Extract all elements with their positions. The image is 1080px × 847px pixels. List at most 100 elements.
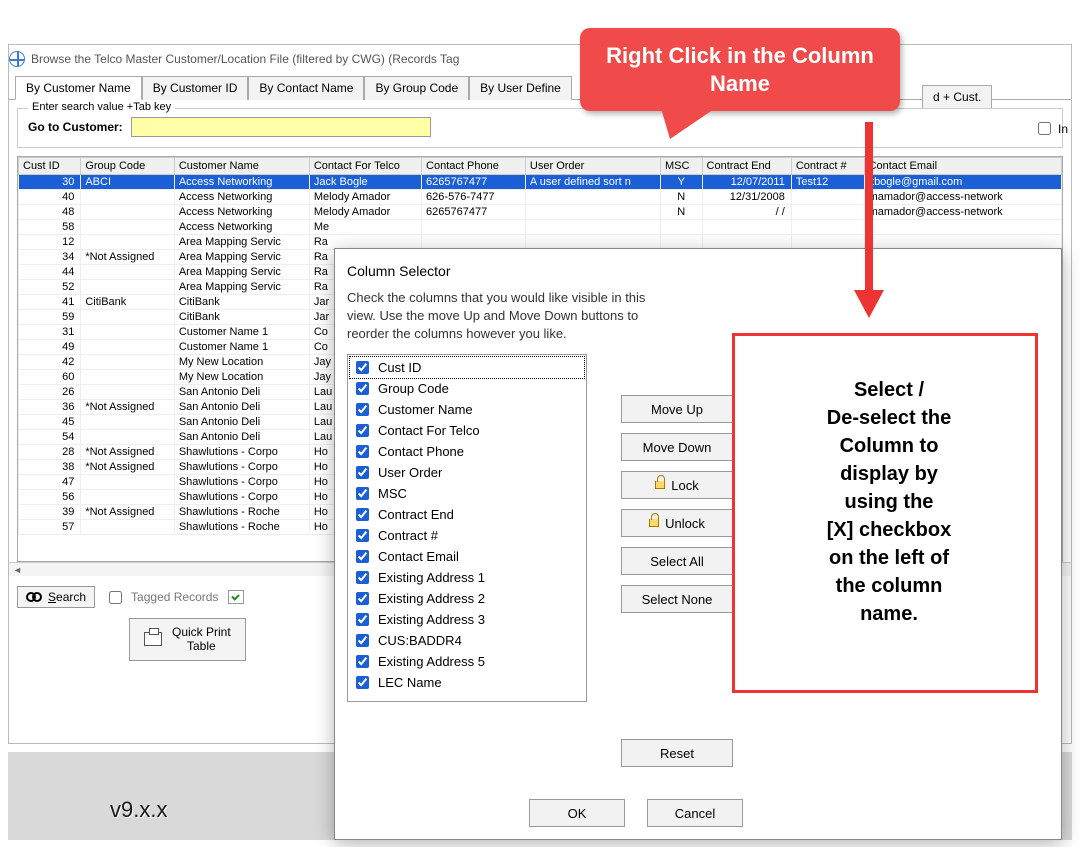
search-input[interactable] bbox=[131, 117, 431, 137]
callout-bubble: Right Click in the Column Name bbox=[580, 28, 900, 111]
column-checkbox[interactable] bbox=[356, 592, 369, 605]
move-down-button[interactable]: Move Down bbox=[621, 433, 733, 461]
column-item-label: LEC Name bbox=[378, 675, 442, 690]
search-button[interactable]: SSearchearch bbox=[17, 586, 95, 608]
column-item-label: Group Code bbox=[378, 381, 449, 396]
tagged-records-checkbox[interactable] bbox=[109, 591, 122, 604]
col-header[interactable]: Contact Phone bbox=[422, 158, 526, 175]
column-checkbox[interactable] bbox=[356, 424, 369, 437]
column-list-item[interactable]: Contact For Telco bbox=[350, 420, 584, 441]
column-list-item[interactable]: Contract End bbox=[350, 504, 584, 525]
dialog-instructions: Check the columns that you would like vi… bbox=[347, 289, 667, 344]
column-list-item[interactable]: Existing Address 5 bbox=[350, 651, 584, 672]
column-checkbox[interactable] bbox=[356, 466, 369, 479]
tab-3[interactable]: By Group Code bbox=[364, 76, 469, 100]
column-checkbox[interactable] bbox=[356, 445, 369, 458]
column-list-item[interactable]: Customer Name bbox=[350, 399, 584, 420]
column-list-item[interactable]: Contract # bbox=[350, 525, 584, 546]
column-list-item[interactable]: Existing Address 3 bbox=[350, 609, 584, 630]
check-icon[interactable] bbox=[228, 590, 244, 604]
quick-print-line1: Quick Print bbox=[172, 625, 231, 639]
column-item-label: Existing Address 5 bbox=[378, 654, 485, 669]
column-list-item[interactable]: Cust ID bbox=[349, 356, 585, 379]
select-all-button[interactable]: Select All bbox=[621, 547, 733, 575]
column-item-label: Existing Address 3 bbox=[378, 612, 485, 627]
table-row[interactable]: 48Access NetworkingMelody Amador62657674… bbox=[19, 205, 1062, 220]
column-checkbox[interactable] bbox=[356, 571, 369, 584]
column-checkbox[interactable] bbox=[356, 634, 369, 647]
table-row[interactable]: 40Access NetworkingMelody Amador626-576-… bbox=[19, 190, 1062, 205]
column-list-item[interactable]: Contact Email bbox=[350, 546, 584, 567]
column-list-item[interactable]: Existing Address 1 bbox=[350, 567, 584, 588]
tagged-records-label: Tagged Records bbox=[131, 590, 218, 604]
tagged-records-row[interactable]: Tagged Records bbox=[105, 588, 218, 607]
quick-print-button[interactable]: Quick Print Table bbox=[129, 618, 246, 661]
column-item-label: Existing Address 2 bbox=[378, 591, 485, 606]
column-item-label: Contract # bbox=[378, 528, 438, 543]
tab-fragment-right[interactable]: d + Cust. bbox=[922, 85, 992, 108]
unlock-button[interactable]: Unlock bbox=[621, 509, 733, 537]
table-header-row[interactable]: Cust IDGroup CodeCustomer NameContact Fo… bbox=[19, 158, 1062, 175]
column-item-label: Contract End bbox=[378, 507, 454, 522]
column-checkbox[interactable] bbox=[356, 487, 369, 500]
unlock-icon bbox=[649, 519, 659, 527]
column-item-label: Existing Address 1 bbox=[378, 570, 485, 585]
reset-button[interactable]: Reset bbox=[621, 739, 733, 767]
column-checkbox[interactable] bbox=[356, 655, 369, 668]
in-checkbox[interactable] bbox=[1038, 122, 1051, 135]
column-checkbox[interactable] bbox=[356, 676, 369, 689]
column-item-label: Customer Name bbox=[378, 402, 473, 417]
column-item-label: Cust ID bbox=[378, 360, 421, 375]
move-up-button[interactable]: Move Up bbox=[621, 395, 733, 423]
tab-4[interactable]: By User Define bbox=[469, 76, 572, 100]
table-row[interactable]: 30ABCIAccess NetworkingJack Bogle6265767… bbox=[19, 175, 1062, 190]
col-header[interactable]: Customer Name bbox=[174, 158, 309, 175]
column-list-item[interactable]: Group Code bbox=[350, 378, 584, 399]
column-checkbox[interactable] bbox=[356, 361, 369, 374]
tab-bar: By Customer NameBy Customer IDBy Contact… bbox=[9, 75, 1071, 100]
col-header[interactable]: User Order bbox=[525, 158, 660, 175]
column-checkbox[interactable] bbox=[356, 382, 369, 395]
chevron-left-icon[interactable]: ◄ bbox=[13, 565, 22, 575]
tab-1[interactable]: By Customer ID bbox=[142, 76, 249, 100]
cancel-button[interactable]: Cancel bbox=[647, 799, 743, 827]
search-group: Enter search value +Tab key Go to Custom… bbox=[17, 108, 1063, 148]
column-checkbox[interactable] bbox=[356, 508, 369, 521]
printer-icon bbox=[144, 632, 162, 646]
quick-print-line2: Table bbox=[187, 639, 216, 653]
tab-2[interactable]: By Contact Name bbox=[248, 76, 364, 100]
version-label: v9.x.x bbox=[110, 797, 167, 823]
column-item-label: Contact Email bbox=[378, 549, 459, 564]
column-list-item[interactable]: Existing Address 2 bbox=[350, 588, 584, 609]
columns-list[interactable]: Cust ID Group Code Customer Name Contact Fo… bbox=[347, 354, 587, 702]
column-checkbox[interactable] bbox=[356, 529, 369, 542]
tab-0[interactable]: By Customer Name bbox=[15, 76, 142, 100]
ok-button[interactable]: OK bbox=[529, 799, 625, 827]
column-list-item[interactable]: User Order bbox=[350, 462, 584, 483]
lock-button[interactable]: Lock bbox=[621, 471, 733, 499]
column-list-item[interactable]: LEC Name bbox=[350, 672, 584, 693]
column-checkbox[interactable] bbox=[356, 550, 369, 563]
table-row[interactable]: 58Access NetworkingMe bbox=[19, 220, 1062, 235]
globe-icon bbox=[9, 51, 25, 67]
select-none-button[interactable]: Select None bbox=[621, 585, 733, 613]
column-list-item[interactable]: MSC bbox=[350, 483, 584, 504]
column-checkbox[interactable] bbox=[356, 403, 369, 416]
column-item-label: Contact For Telco bbox=[378, 423, 480, 438]
in-checkbox-row: In bbox=[1034, 119, 1068, 138]
col-header[interactable]: Group Code bbox=[81, 158, 174, 175]
in-checkbox-label: In bbox=[1058, 122, 1068, 136]
column-list-item[interactable]: Contact Phone bbox=[350, 441, 584, 462]
col-header[interactable]: Contract End bbox=[702, 158, 791, 175]
window-title: Browse the Telco Master Customer/Locatio… bbox=[31, 52, 459, 66]
column-checkbox[interactable] bbox=[356, 613, 369, 626]
col-header[interactable]: Cust ID bbox=[19, 158, 81, 175]
column-item-label: Contact Phone bbox=[378, 444, 464, 459]
col-header[interactable]: Contract # bbox=[791, 158, 864, 175]
col-header[interactable]: MSC bbox=[660, 158, 702, 175]
col-header[interactable]: Contact Email bbox=[864, 158, 1061, 175]
column-list-item[interactable]: CUS:BADDR4 bbox=[350, 630, 584, 651]
column-item-label: MSC bbox=[378, 486, 407, 501]
callout-text: Right Click in the Column Name bbox=[606, 43, 874, 96]
col-header[interactable]: Contact For Telco bbox=[309, 158, 421, 175]
